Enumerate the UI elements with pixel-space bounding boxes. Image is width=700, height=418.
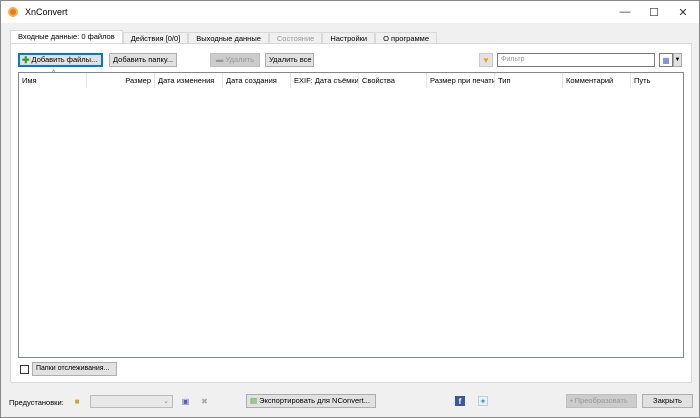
maximize-button[interactable]: ☐ (639, 1, 669, 23)
delete-preset-icon[interactable]: ✖ (199, 395, 210, 407)
column-header-exif-date[interactable]: EXIF: Дата съёмки (291, 73, 359, 88)
watch-folders-checkbox[interactable] (20, 365, 29, 374)
view-mode-icon[interactable]: ▦ (659, 53, 673, 67)
xnconvert-logo-icon (8, 7, 18, 17)
sort-ascending-icon: ^ (52, 70, 56, 77)
column-header-print-size[interactable]: Размер при печати (427, 73, 495, 88)
tab-input[interactable]: Входные данные: 0 файлов (10, 30, 123, 44)
remove-label: Удалить (225, 55, 255, 64)
column-header-properties[interactable]: Свойства (359, 73, 427, 88)
watch-folders-button[interactable]: Папки отслеживания... (32, 362, 117, 376)
export-icon: ▤ (250, 396, 258, 405)
app-window: XnConvert — ☐ ✕ Входные данные: 0 файлов… (0, 0, 700, 418)
view-dropdown-chevron-icon[interactable]: ▼ (673, 53, 682, 67)
facebook-icon[interactable]: f (455, 396, 465, 406)
export-nconvert-button[interactable]: ▤ Экспортировать для NConvert... (246, 394, 376, 408)
column-header-modified[interactable]: Дата изменения (155, 73, 223, 88)
remove-all-button[interactable]: Удалить все (265, 53, 314, 67)
title-bar: XnConvert — ☐ ✕ (1, 1, 699, 23)
minus-icon: ▬ (215, 55, 224, 64)
minimize-button[interactable]: — (610, 1, 640, 23)
open-folder-icon[interactable]: ■ (71, 395, 83, 407)
close-window-button[interactable]: ✕ (668, 1, 698, 23)
convert-button[interactable]: ▪ Преобразовать (566, 394, 637, 408)
convert-label: Преобразовать (574, 396, 628, 405)
column-header-path[interactable]: Путь (631, 73, 683, 88)
file-table: Имя ^ Размер Дата изменения Дата создани… (18, 70, 684, 358)
twitter-icon[interactable]: ✦ (478, 396, 488, 406)
plus-icon: ✚ (22, 55, 30, 65)
filter-input[interactable]: Фильтр (497, 53, 655, 67)
add-files-label: Добавить файлы... (31, 55, 98, 64)
column-header-size[interactable]: Размер (87, 73, 155, 88)
presets-select[interactable]: ⌄ (90, 395, 173, 408)
add-folder-button[interactable]: Добавить папку... (109, 53, 177, 67)
save-preset-icon[interactable]: ▣ (180, 395, 191, 407)
chevron-down-icon: ⌄ (163, 398, 169, 405)
column-header-type[interactable]: Тип (495, 73, 563, 88)
export-label: Экспортировать для NConvert... (259, 396, 370, 405)
convert-icon: ▪ (570, 396, 573, 405)
presets-label: Предустановки: (9, 398, 64, 407)
filter-icon[interactable]: ▼ (479, 53, 493, 67)
close-button[interactable]: Закрыть (642, 394, 693, 408)
add-files-button[interactable]: ✚ Добавить файлы... (18, 53, 103, 67)
column-header-created[interactable]: Дата создания (223, 73, 291, 88)
remove-button[interactable]: ▬ Удалить (210, 53, 260, 67)
column-header-comment[interactable]: Комментарий (563, 73, 631, 88)
window-title: XnConvert (25, 7, 68, 17)
